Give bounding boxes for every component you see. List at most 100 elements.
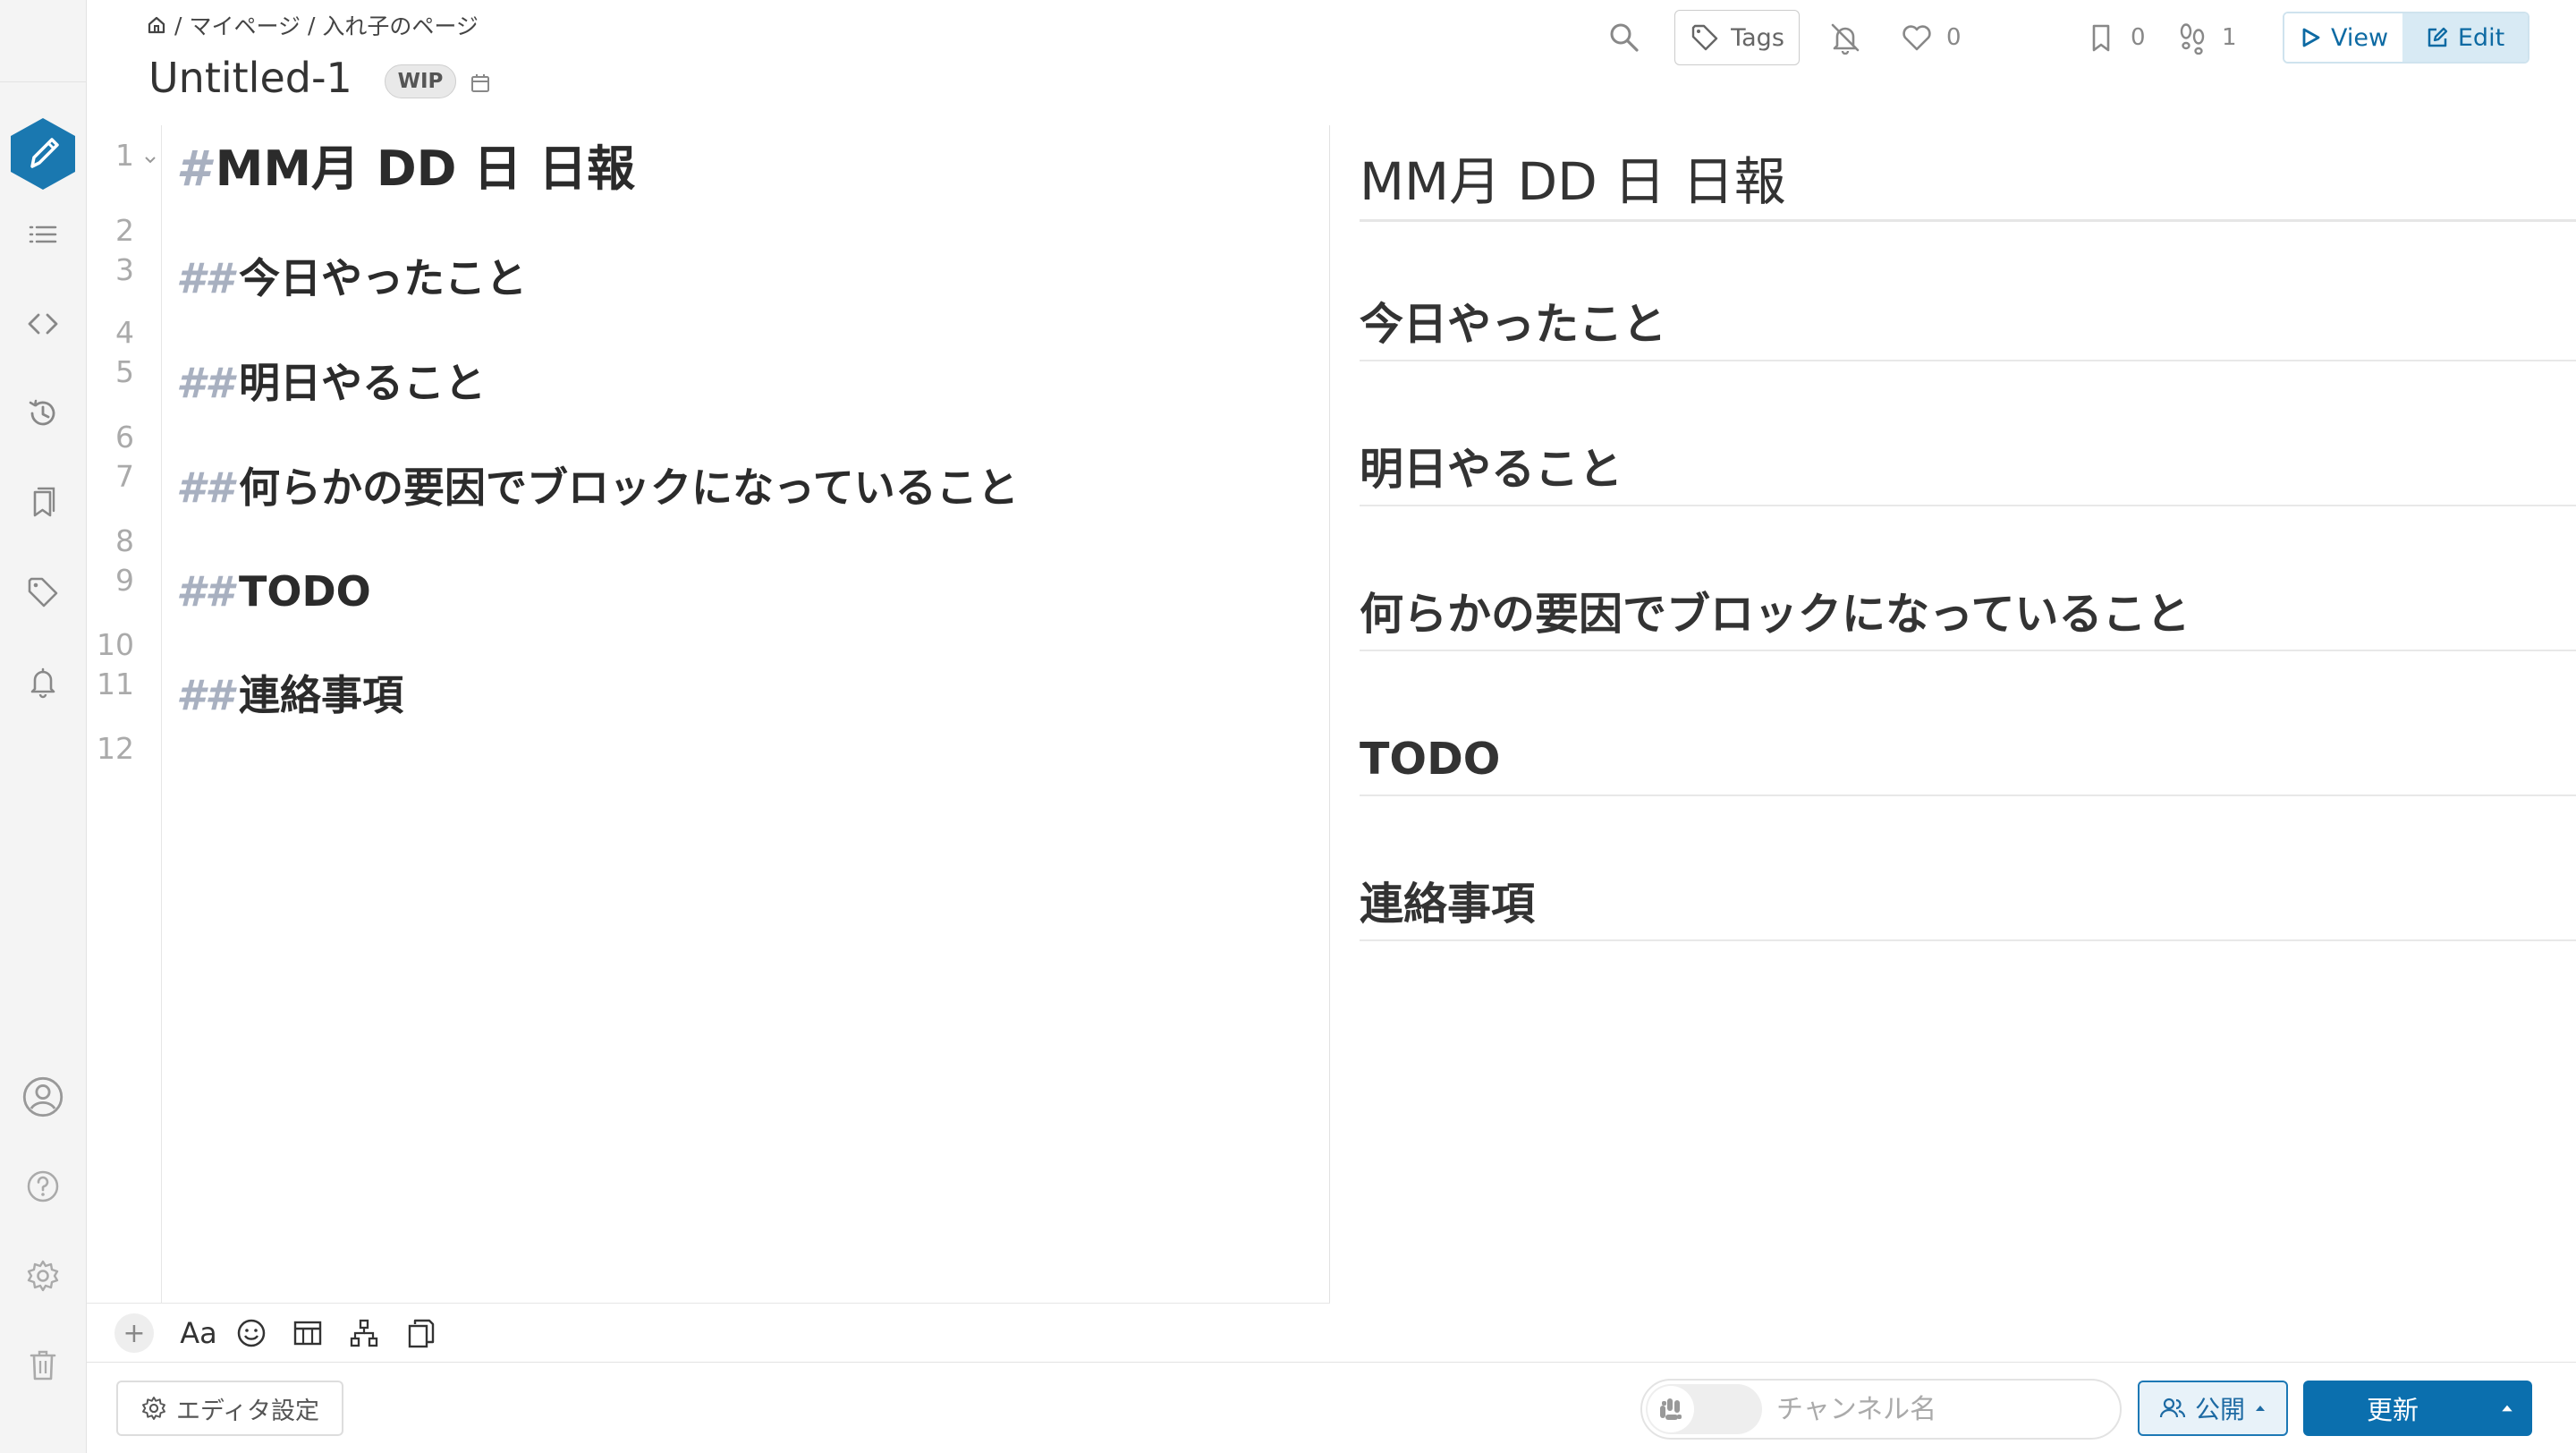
line-number-gutter: 1 2 3 4 5 6 7 8 9 10 11 12 (87, 125, 162, 1303)
grant-label: 公開 (2194, 1395, 2245, 1424)
user-icon (22, 1076, 64, 1117)
sidebar-item-bookmarks[interactable] (16, 476, 70, 530)
emoji-icon (237, 1319, 266, 1347)
users-icon (2159, 1398, 2186, 1418)
sidebar-item-notifications[interactable] (16, 655, 70, 709)
gear-icon (27, 1260, 59, 1292)
caret-up-icon (2502, 1405, 2512, 1412)
caret-up-icon (2256, 1406, 2265, 1411)
sidebar-item-account[interactable] (16, 1070, 70, 1124)
template-icon (408, 1319, 435, 1348)
line-number: 4 (115, 315, 134, 350)
slack-toggle-knob (1648, 1386, 1694, 1432)
slack-notification-group (1640, 1379, 2122, 1440)
bookmark-count: 0 (2131, 24, 2146, 51)
chevron-down-icon[interactable] (142, 152, 158, 168)
preview-heading-2: 明日やること (1360, 444, 2576, 506)
seen-users-button[interactable]: 1 (2175, 13, 2237, 63)
bell-icon (30, 667, 55, 699)
edit-button[interactable]: Edit (2402, 13, 2528, 62)
bell-off-icon (1831, 23, 1860, 55)
sidebar-item-tags[interactable] (16, 565, 70, 619)
add-attachment-button[interactable]: + (114, 1313, 154, 1353)
slack-icon (1660, 1398, 1682, 1420)
tag-icon (28, 577, 58, 608)
editor-line[interactable]: ## 今日やったこと (176, 258, 527, 299)
editor-line[interactable]: ## 何らかの要因でブロックになっていること (176, 467, 1019, 508)
update-button-group: 更新 (2303, 1381, 2532, 1436)
editor-line[interactable]: ## 明日やること (176, 362, 486, 404)
sidebar-item-code[interactable] (16, 297, 70, 351)
editor-line-text: MM月 DD 日 日報 (215, 140, 636, 197)
table-icon (293, 1321, 322, 1346)
sidebar-item-settings[interactable] (16, 1249, 70, 1303)
line-number: 1 (115, 138, 134, 173)
grant-selector-button[interactable]: 公開 (2138, 1381, 2288, 1436)
markdown-heading-mark: ## (176, 567, 234, 616)
editor-line-text: 明日やること (239, 359, 487, 407)
breadcrumb-item-mypage[interactable]: マイページ (189, 9, 301, 41)
editor-line[interactable]: # MM月 DD 日 日報 (176, 145, 635, 193)
page-header: / マイページ / 入れ子のページ Untitled-1 WIP Tags 0 … (87, 0, 2576, 125)
sidebar-item-trash[interactable] (16, 1338, 70, 1392)
table-button[interactable] (289, 1314, 326, 1352)
editor-footer: エディタ設定 チャンネル名 公開 更新 (87, 1362, 2576, 1453)
diagram-button[interactable] (345, 1314, 383, 1352)
view-edit-toggle: View Edit (2283, 12, 2529, 64)
tags-button[interactable]: Tags (1674, 10, 1800, 65)
template-button[interactable] (402, 1314, 439, 1352)
list-icon (29, 225, 57, 243)
emoji-button[interactable] (233, 1314, 270, 1352)
breadcrumb-separator: / (174, 12, 182, 38)
editor-settings-button[interactable]: エディタ設定 (116, 1381, 343, 1436)
line-number: 5 (115, 354, 134, 389)
line-number: 11 (97, 667, 134, 701)
line-number: 9 (115, 563, 134, 598)
editor-line-text: 何らかの要因でブロックになっていること (239, 463, 1019, 512)
markdown-heading-mark: ## (176, 671, 234, 719)
line-number: 10 (97, 627, 134, 662)
breadcrumb-item-nested-page[interactable]: 入れ子のページ (322, 9, 479, 41)
footprints-icon (2180, 23, 2205, 55)
plus-icon: + (123, 1317, 146, 1349)
search-button[interactable] (1607, 13, 1641, 63)
app-window: / マイページ / 入れ子のページ Untitled-1 WIP Tags 0 … (0, 0, 2576, 1453)
wip-badge: WIP (385, 64, 456, 98)
slack-toggle[interactable] (1646, 1384, 1762, 1434)
markdown-heading-mark: ## (176, 254, 234, 302)
editor-line[interactable]: ## 連絡事項 (176, 675, 403, 716)
pencil-icon (11, 118, 75, 190)
subscribe-button[interactable] (1828, 13, 1862, 63)
home-icon[interactable] (146, 14, 167, 36)
sidebar (0, 0, 87, 1453)
bookmark-button[interactable]: 0 (2084, 13, 2146, 63)
line-number: 7 (115, 459, 134, 494)
preview-heading-2: TODO (1360, 734, 2576, 796)
line-number: 12 (97, 731, 134, 766)
edit-button-label: Edit (2457, 23, 2505, 52)
sidebar-item-toc[interactable] (16, 208, 70, 261)
like-count: 0 (1946, 24, 1962, 51)
help-icon (27, 1170, 59, 1202)
history-icon (29, 399, 55, 426)
update-button[interactable]: 更新 (2303, 1381, 2482, 1436)
bookmarks-icon (33, 487, 55, 517)
markdown-editor[interactable]: 1 2 3 4 5 6 7 8 9 10 11 12 # MM月 DD 日 日報 … (87, 125, 1330, 1303)
sidebar-item-help[interactable] (16, 1160, 70, 1213)
diagram-icon (350, 1319, 378, 1347)
sidebar-item-history[interactable] (16, 387, 70, 440)
update-label: 更新 (2366, 1395, 2419, 1425)
editor-line[interactable]: ## TODO (176, 571, 371, 612)
view-button[interactable]: View (2284, 13, 2403, 62)
sidebar-item-editor[interactable] (5, 116, 80, 191)
code-icon (28, 313, 58, 335)
text-format-button[interactable]: Aa (176, 1314, 221, 1352)
update-options-button[interactable] (2482, 1381, 2532, 1436)
breadcrumb: / マイページ / 入れ子のページ (146, 11, 479, 39)
breadcrumb-separator: / (307, 12, 316, 38)
play-icon (2302, 28, 2320, 47)
gear-icon (141, 1397, 165, 1420)
slack-channel-input[interactable] (1776, 1386, 2107, 1432)
editor-line-text: 連絡事項 (239, 671, 404, 719)
like-button[interactable]: 0 (1900, 13, 1962, 63)
